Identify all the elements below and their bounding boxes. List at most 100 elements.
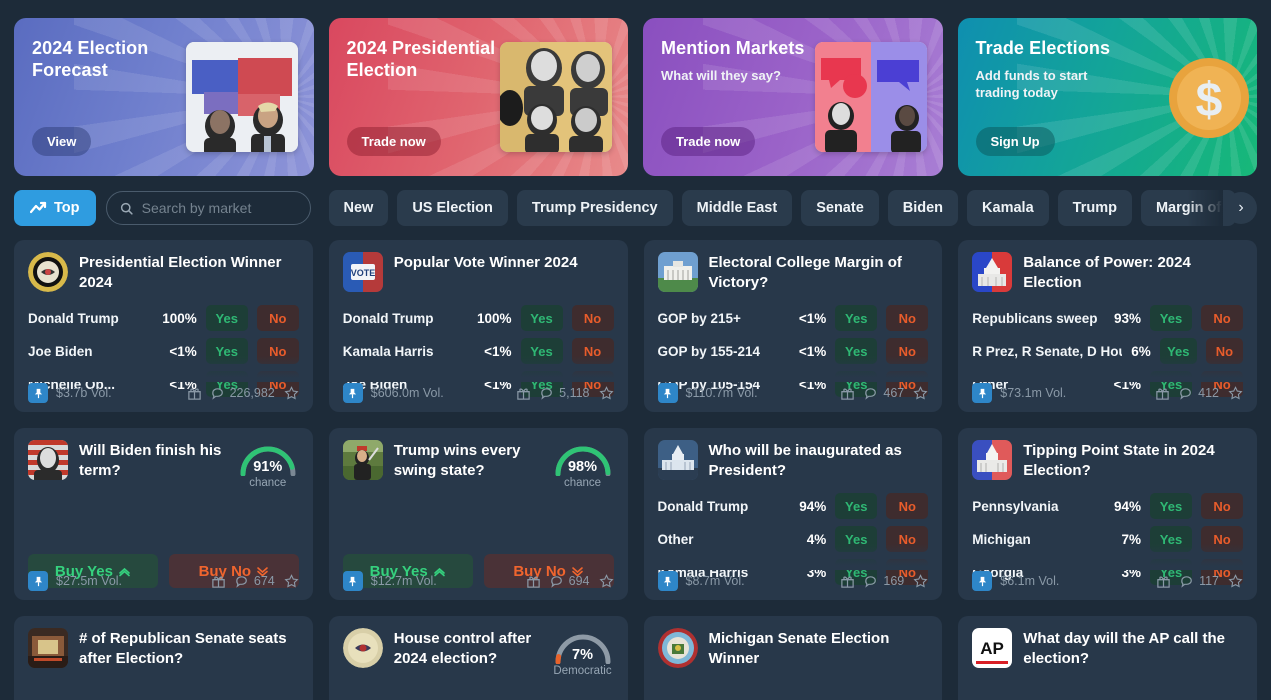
star-icon[interactable] [598,573,614,589]
outcome-no-button[interactable]: No [1201,493,1243,519]
comment-count[interactable]: 467 [864,386,904,401]
outcome-yes-button[interactable]: Yes [1150,526,1192,552]
star-icon[interactable] [1228,385,1243,401]
chip-biden[interactable]: Biden [887,190,959,226]
market-card[interactable]: Will Biden finish his term? 91% chance B… [14,428,313,600]
star-icon[interactable] [284,385,299,401]
comment-count-value: 117 [1199,574,1219,588]
search-input[interactable] [141,200,297,216]
filter-top-button[interactable]: Top [14,190,96,226]
star-icon[interactable] [913,573,928,589]
market-card[interactable]: # of Republican Senate seats after Elect… [14,616,313,700]
pin-icon[interactable] [972,383,993,403]
chip-kamala[interactable]: Kamala [967,190,1049,226]
outcome-yes-button[interactable]: Yes [835,305,878,331]
outcome-row: Republicans sweep 93% Yes No [972,305,1243,331]
pin-icon[interactable] [342,571,363,591]
chip-us-election[interactable]: US Election [397,190,508,226]
gift-icon[interactable] [1156,574,1171,589]
outcome-yes-button[interactable]: Yes [1150,493,1192,519]
comment-count[interactable]: 169 [864,574,904,589]
promo-banner-presidential-election[interactable]: 2024 Presidential Election Trade now [328,18,628,176]
outcome-no-button[interactable]: No [571,338,614,364]
outcome-yes-button[interactable]: Yes [1150,305,1192,331]
search-box[interactable] [105,191,311,225]
market-card[interactable]: House control after 2024 election? 7% De… [328,616,628,700]
pin-icon[interactable] [28,571,48,591]
outcome-yes-button[interactable]: Yes [835,526,878,552]
gift-icon[interactable] [1155,386,1170,401]
market-card[interactable]: VOTE Popular Vote Winner 2024 Donald Tru… [328,240,628,412]
speech-bubbles-art [814,42,927,152]
outcome-yes-button[interactable]: Yes [520,305,563,331]
outcome-no-button[interactable]: No [256,305,299,331]
capitol-redblue-icon [972,440,1013,480]
outcome-no-button[interactable]: No [886,305,929,331]
gift-icon[interactable] [187,386,202,401]
market-card[interactable]: Balance of Power: 2024 Election Republic… [958,240,1257,412]
pin-icon[interactable] [657,383,678,403]
chip-senate[interactable]: Senate [801,190,879,226]
outcome-no-button[interactable]: No [571,305,614,331]
market-title: Balance of Power: 2024 Election [1023,254,1191,291]
comment-count[interactable]: 5,118 [540,386,590,401]
comment-count-value: 169 [883,574,905,588]
star-icon[interactable] [284,573,299,589]
market-title: Presidential Election Winner 2024 [79,254,282,291]
promo-banner-election-forecast[interactable]: 2024 Election Forecast View [14,18,314,176]
banner-view-button[interactable]: View [32,127,92,156]
outcome-name: Other [657,531,694,547]
chip-middle-east[interactable]: Middle East [681,190,793,226]
gift-icon[interactable] [840,386,855,401]
market-card[interactable]: Tipping Point State in 2024 Election? Pe… [958,428,1257,600]
star-icon[interactable] [913,385,928,401]
pin-icon[interactable] [657,571,678,591]
comment-count[interactable]: 412 [1179,386,1219,401]
market-card[interactable]: Who will be inaugurated as President? Do… [643,428,943,600]
outcome-yes-button[interactable]: Yes [835,493,878,519]
banner-sign-up-button[interactable]: Sign Up [975,127,1055,156]
outcome-no-button[interactable]: No [886,526,929,552]
outcome-yes-button[interactable]: Yes [835,338,878,364]
chips-scroll-next-button[interactable]: › [1225,192,1257,224]
gift-icon[interactable] [840,574,855,589]
banner-trade-now-button[interactable]: Trade now [346,127,441,156]
outcome-yes-button[interactable]: Yes [205,305,248,331]
outcome-yes-button[interactable]: Yes [1159,338,1197,364]
promo-banner-mention-markets[interactable]: Mention Markets What will they say? Trad… [643,18,943,176]
market-card[interactable]: Presidential Election Winner 2024 Donald… [14,240,313,412]
outcome-no-button[interactable]: No [256,338,299,364]
market-title: Tipping Point State in 2024 Election? [1023,442,1215,479]
category-chip-list[interactable]: New US Election Trump Presidency Middle … [328,190,1258,226]
gift-icon[interactable] [526,574,541,589]
comment-count[interactable]: 226,982 [211,386,275,401]
outcome-yes-button[interactable]: Yes [205,338,248,364]
market-card[interactable]: Michigan Senate Election Winner [643,616,943,700]
chip-new[interactable]: New [328,190,389,226]
market-card[interactable]: AP What day will the AP call the electio… [958,616,1257,700]
chance-gauge: 7% Democratic [552,628,614,677]
outcome-yes-button[interactable]: Yes [520,338,563,364]
pin-icon[interactable] [342,383,363,403]
outcome-no-button[interactable]: No [1201,305,1243,331]
chip-trump[interactable]: Trump [1057,190,1132,226]
outcome-no-button[interactable]: No [1205,338,1243,364]
outcome-no-button[interactable]: No [886,338,929,364]
chip-margin-of[interactable]: Margin of [1140,190,1237,226]
market-card[interactable]: Electoral College Margin of Victory? GOP… [643,240,943,412]
comment-count[interactable]: 694 [550,574,590,589]
market-card[interactable]: Trump wins every swing state? 98% chance… [328,428,628,600]
gift-icon[interactable] [516,386,531,401]
promo-banner-trade-elections[interactable]: Trade Elections Add funds to start tradi… [957,18,1257,176]
comment-count[interactable]: 674 [235,574,275,589]
outcome-no-button[interactable]: No [886,493,929,519]
outcome-no-button[interactable]: No [1201,526,1243,552]
gift-icon[interactable] [211,574,226,589]
star-icon[interactable] [1228,573,1243,589]
pin-icon[interactable] [28,383,48,403]
chip-trump-presidency[interactable]: Trump Presidency [516,190,673,226]
banner-trade-now-button[interactable]: Trade now [661,127,756,156]
star-icon[interactable] [598,385,614,401]
pin-icon[interactable] [972,571,993,591]
comment-count[interactable]: 117 [1180,574,1219,589]
